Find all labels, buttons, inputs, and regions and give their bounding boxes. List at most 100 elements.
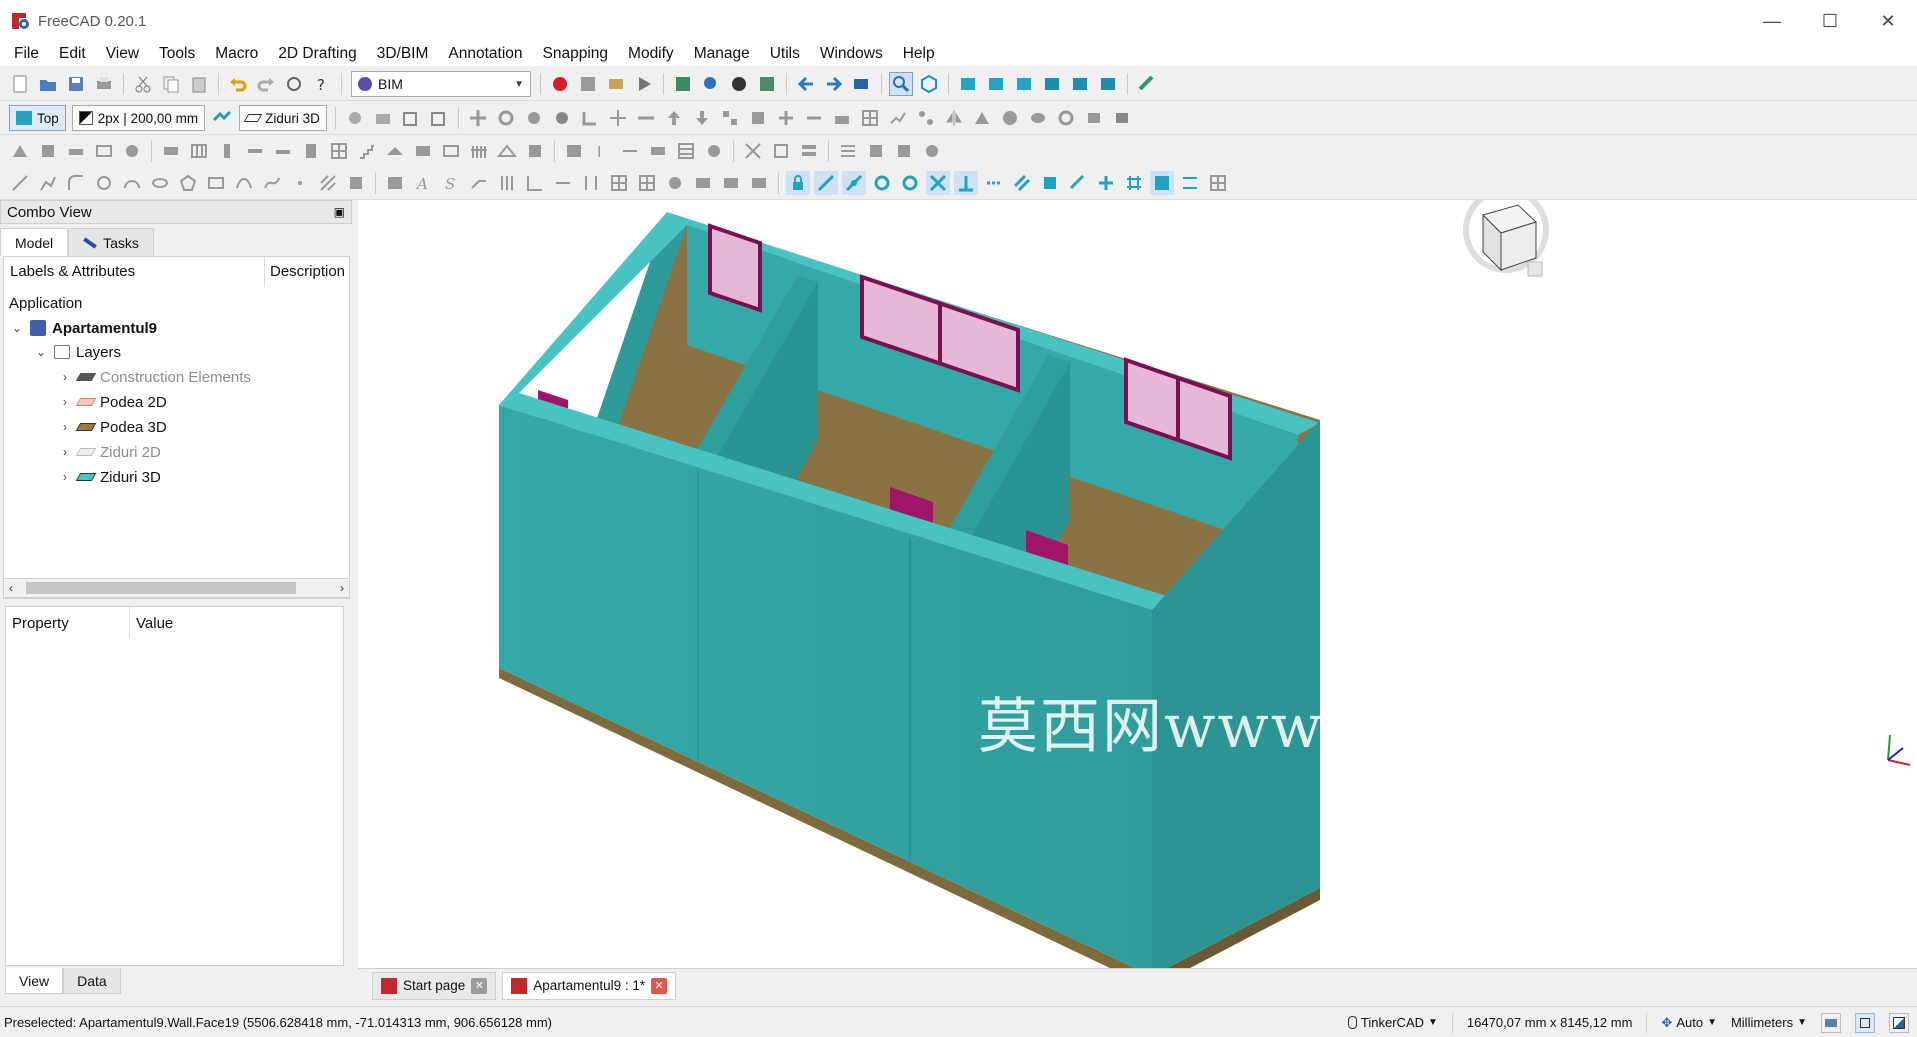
menu-edit[interactable]: Edit xyxy=(49,42,96,66)
equipment-icon[interactable] xyxy=(523,139,547,163)
panel-icon[interactable] xyxy=(411,139,435,163)
copy-icon[interactable] xyxy=(159,72,183,96)
clone-icon[interactable] xyxy=(746,106,770,130)
tree-item-layer[interactable]: › Podea 3D xyxy=(58,415,167,439)
run-macro-icon[interactable] xyxy=(632,72,656,96)
chevron-down-icon[interactable]: ⌄ xyxy=(10,321,24,335)
forward-icon[interactable] xyxy=(822,72,846,96)
record-macro-icon[interactable] xyxy=(548,72,572,96)
snap-center-icon[interactable] xyxy=(870,171,894,195)
chevron-down-icon[interactable]: ⌄ xyxy=(34,345,48,359)
3d-viewport[interactable]: 莫西网www.3dmox.com xyxy=(358,200,1917,968)
snap-ortho-icon[interactable] xyxy=(1094,171,1118,195)
node-tools-icon[interactable] xyxy=(914,106,938,130)
chevron-right-icon[interactable]: › xyxy=(58,470,72,484)
image-icon[interactable] xyxy=(383,171,407,195)
snap-lock-icon[interactable] xyxy=(786,171,810,195)
point-icon[interactable] xyxy=(288,171,312,195)
tree-col-labels[interactable]: Labels & Attributes xyxy=(4,257,264,287)
snap-parallel-icon[interactable] xyxy=(1010,171,1034,195)
tree-item-layer[interactable]: › Ziduri 3D xyxy=(58,465,161,489)
move-icon[interactable] xyxy=(466,106,490,130)
snap-perpendicular-icon[interactable] xyxy=(954,171,978,195)
box-icon[interactable] xyxy=(1082,106,1106,130)
line-style-button[interactable]: 2px | 200,00 mm xyxy=(71,105,206,131)
zoom-icon[interactable] xyxy=(889,72,913,96)
slab-icon[interactable] xyxy=(271,139,295,163)
measure-icon[interactable] xyxy=(1135,72,1159,96)
snap-angle-icon[interactable] xyxy=(898,171,922,195)
menu-tools[interactable]: Tools xyxy=(149,42,205,66)
ellipse-icon[interactable] xyxy=(148,171,172,195)
units-button[interactable]: Millimeters ▼ xyxy=(1731,1015,1807,1030)
grid-array-icon[interactable] xyxy=(607,171,631,195)
view-right-icon[interactable] xyxy=(1012,72,1036,96)
nudge-icon[interactable] xyxy=(551,171,575,195)
annotation-text-icon[interactable]: A xyxy=(411,171,435,195)
building-icon[interactable] xyxy=(36,139,60,163)
selection-icon[interactable] xyxy=(1821,1012,1841,1033)
snap-intersection-icon[interactable] xyxy=(926,171,950,195)
upgrade-icon[interactable] xyxy=(662,106,686,130)
sphere-icon[interactable] xyxy=(998,106,1022,130)
workbench-selector[interactable]: BIM ▼ xyxy=(351,71,531,97)
material-icon[interactable] xyxy=(702,139,726,163)
classify-icon[interactable] xyxy=(892,139,916,163)
undo-icon[interactable] xyxy=(226,72,250,96)
menu-manage[interactable]: Manage xyxy=(684,42,760,66)
menu-modify[interactable]: Modify xyxy=(618,42,684,66)
scroll-left-icon[interactable]: ‹ xyxy=(9,579,13,597)
chevron-right-icon[interactable]: › xyxy=(58,445,72,459)
column-icon[interactable] xyxy=(215,139,239,163)
snap-midpoint-icon[interactable] xyxy=(842,171,866,195)
add-icon[interactable] xyxy=(774,106,798,130)
snap-dimensions-icon[interactable] xyxy=(1178,171,1202,195)
space-icon[interactable] xyxy=(92,139,116,163)
floor-icon[interactable] xyxy=(64,139,88,163)
mirror-icon[interactable] xyxy=(942,106,966,130)
shape-icon[interactable] xyxy=(970,106,994,130)
remove-icon[interactable] xyxy=(802,106,826,130)
tree-item-layer[interactable]: › Ziduri 2D xyxy=(58,440,161,464)
chevron-right-icon[interactable]: › xyxy=(58,370,72,384)
snap-special-icon[interactable] xyxy=(1038,171,1062,195)
tree-item-layer[interactable]: › Construction Elements xyxy=(58,365,251,389)
shading-icon[interactable] xyxy=(1889,1012,1909,1033)
folder-icon[interactable] xyxy=(371,106,395,130)
tree-horizontal-scrollbar[interactable]: ‹ › xyxy=(3,578,350,598)
snap-extension-icon[interactable] xyxy=(982,171,1006,195)
stairs-icon[interactable] xyxy=(355,139,379,163)
active-layer-button[interactable]: Ziduri 3D xyxy=(239,105,327,131)
facebinder-icon[interactable] xyxy=(344,171,368,195)
view-front-icon[interactable] xyxy=(956,72,980,96)
truss-icon[interactable] xyxy=(495,139,519,163)
view-bottom-icon[interactable] xyxy=(1068,72,1092,96)
offset-icon[interactable] xyxy=(522,106,546,130)
toggle-grid-icon[interactable] xyxy=(1206,171,1230,195)
tree-icon[interactable] xyxy=(864,139,888,163)
tree-item-layers[interactable]: ⌄ Layers xyxy=(34,340,121,364)
stop-macro-icon[interactable] xyxy=(576,72,600,96)
paste-icon[interactable] xyxy=(187,72,211,96)
chevron-right-icon[interactable]: › xyxy=(58,395,72,409)
draw-style-icon[interactable] xyxy=(727,72,751,96)
polyline-icon[interactable] xyxy=(36,171,60,195)
array-icon[interactable] xyxy=(718,106,742,130)
new-file-icon[interactable] xyxy=(8,72,32,96)
snap-endpoint-icon[interactable] xyxy=(814,171,838,195)
fence-icon[interactable] xyxy=(467,139,491,163)
std-views-icon[interactable] xyxy=(850,72,874,96)
share-icon[interactable] xyxy=(427,106,451,130)
downgrade-icon[interactable] xyxy=(690,106,714,130)
fit-selection-icon[interactable] xyxy=(699,72,723,96)
autogroup-icon[interactable] xyxy=(210,106,234,130)
menu-macro[interactable]: Macro xyxy=(205,42,268,66)
pipe-icon[interactable] xyxy=(1026,106,1050,130)
close-icon[interactable]: ✕ xyxy=(471,977,488,994)
save-icon[interactable] xyxy=(64,72,88,96)
trim-icon[interactable] xyxy=(550,106,574,130)
view-tool-icon[interactable] xyxy=(691,171,715,195)
refresh-icon[interactable] xyxy=(282,72,306,96)
snap-near-icon[interactable] xyxy=(1066,171,1090,195)
wall-icon[interactable] xyxy=(159,139,183,163)
